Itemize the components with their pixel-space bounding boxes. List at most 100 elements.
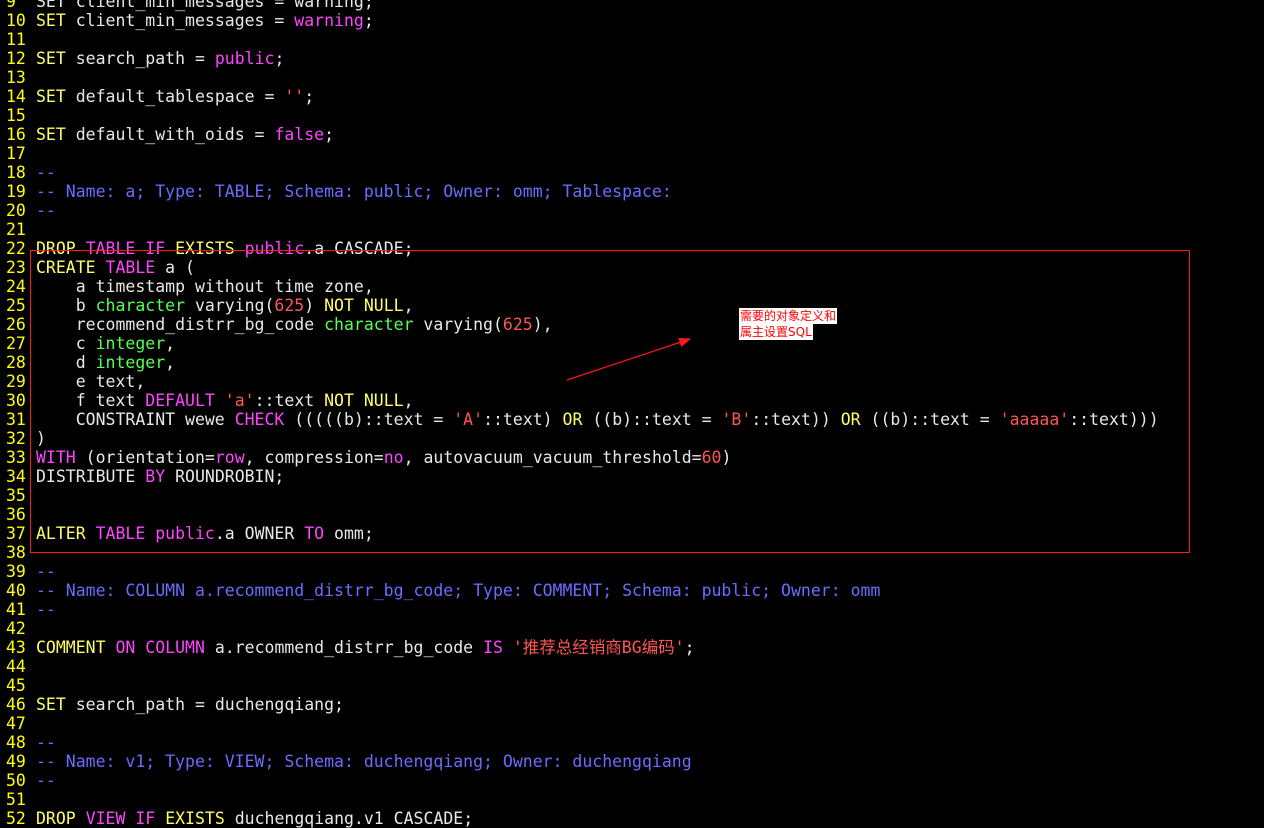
code-line[interactable]: 38 (0, 543, 1264, 562)
line-number: 28 (6, 353, 26, 372)
line-number: 47 (6, 714, 26, 733)
code-line[interactable]: 18 -- (0, 163, 1264, 182)
code-line[interactable]: 50 -- (0, 771, 1264, 790)
code-token: default_tablespace = (65, 87, 285, 106)
code-line[interactable]: 14 SET default_tablespace = ''; (0, 87, 1264, 106)
code-token: 625 (502, 315, 533, 334)
line-number: 11 (6, 30, 26, 49)
code-line[interactable]: 21 (0, 220, 1264, 239)
code-line[interactable]: 27 c integer, (0, 334, 1264, 353)
callout-line-1: 需要的对象定义和 (739, 308, 838, 324)
code-line[interactable]: 44 (0, 657, 1264, 676)
code-line[interactable]: 47 (0, 714, 1264, 733)
code-line[interactable]: 45 (0, 676, 1264, 695)
code-line[interactable]: 19 -- Name: a; Type: TABLE; Schema: publi… (0, 182, 1264, 201)
code-token: 'B' (721, 410, 752, 429)
code-token: b (36, 296, 96, 315)
code-token: VIEW (85, 809, 126, 828)
code-token: '推荐总经销商BG编码' (512, 638, 685, 657)
code-line[interactable]: 52 DROP VIEW IF EXISTS duchengqiang.v1 CA… (0, 809, 1264, 828)
code-token: e text, (36, 372, 146, 391)
code-line[interactable]: 32) (0, 429, 1264, 448)
line-code: ) (36, 429, 46, 448)
code-line[interactable]: 12 SET search_path = public; (0, 49, 1264, 68)
code-line[interactable]: 49 -- Name: v1; Type: VIEW; Schema: duche… (0, 752, 1264, 771)
code-line[interactable]: 46 SET search_path = duchengqiang; (0, 695, 1264, 714)
line-number: 38 (6, 543, 26, 562)
code-token: NOT (324, 296, 354, 315)
code-token: character (324, 315, 414, 334)
code-line[interactable]: 9 SET client_min_messages = warning; (0, 0, 1264, 11)
line-number: 35 (6, 486, 26, 505)
line-number: 17 (6, 144, 26, 163)
code-token: , (403, 296, 414, 315)
line-code: SET search_path = public; (36, 49, 284, 68)
code-line[interactable]: 36 (0, 505, 1264, 524)
code-line[interactable]: 25 b character varying(625) NOT NULL, (0, 296, 1264, 315)
code-line[interactable]: 17 (0, 144, 1264, 163)
code-token: ) (721, 448, 732, 467)
line-code: DISTRIBUTE BY ROUNDROBIN; (36, 467, 284, 486)
code-token: search_path = (65, 49, 215, 68)
code-line[interactable]: 39 -- (0, 562, 1264, 581)
code-line[interactable]: 13 (0, 68, 1264, 87)
code-token: DROP (36, 809, 76, 828)
code-token: CREATE (36, 258, 96, 277)
code-line[interactable]: 35 (0, 486, 1264, 505)
code-line[interactable]: 48 -- (0, 733, 1264, 752)
code-line[interactable]: 42 (0, 619, 1264, 638)
code-line[interactable]: 34 DISTRIBUTE BY ROUNDROBIN; (0, 467, 1264, 486)
code-line[interactable]: 16 SET default_with_oids = false; (0, 125, 1264, 144)
code-token: TABLE (95, 524, 146, 543)
line-code: -- (36, 562, 56, 581)
annotation-callout: 需要的对象定义和 属主设置SQL (739, 308, 838, 340)
line-code: -- (36, 733, 56, 752)
code-token: ), (532, 315, 553, 334)
code-line[interactable]: 10 SET client_min_messages = warning; (0, 11, 1264, 30)
code-line[interactable]: 24 a timestamp without time zone, (0, 277, 1264, 296)
code-token: ::text))) (1069, 410, 1159, 429)
code-line[interactable]: 51 (0, 790, 1264, 809)
code-line[interactable]: 22 DROP TABLE IF EXISTS public.a CASCADE; (0, 239, 1264, 258)
code-line[interactable]: 29 e text, (0, 372, 1264, 391)
code-line[interactable]: 41 -- (0, 600, 1264, 619)
line-code: SET default_tablespace = ''; (36, 87, 314, 106)
code-line[interactable]: 31 CONSTRAINT wewe CHECK (((((b)::text =… (0, 410, 1264, 429)
code-token: no (383, 448, 404, 467)
code-line[interactable]: 30 f text DEFAULT 'a'::text NOT NULL, (0, 391, 1264, 410)
code-token: OR (562, 410, 583, 429)
code-line[interactable]: 40 -- Name: COLUMN a.recommend_distrr_bg_… (0, 581, 1264, 600)
line-number: 40 (6, 581, 26, 600)
code-token: .a CASCADE; (304, 239, 414, 258)
code-token: OR (840, 410, 861, 429)
code-token: SET (36, 11, 66, 30)
code-line[interactable]: 33 WITH (orientation=row, compression=no,… (0, 448, 1264, 467)
code-token: character (95, 296, 186, 315)
code-line[interactable]: 23 CREATE TABLE a ( (0, 258, 1264, 277)
code-line[interactable]: 43 COMMENT ON COLUMN a.recommend_distrr_b… (0, 638, 1264, 657)
line-number: 37 (6, 524, 26, 543)
code-token: TABLE (85, 239, 136, 258)
code-token: -- (36, 163, 56, 182)
code-line[interactable]: 26 recommend_distrr_bg_code character va… (0, 315, 1264, 334)
code-line[interactable]: 28 d integer, (0, 353, 1264, 372)
line-code: recommend_distrr_bg_code character varyi… (36, 315, 553, 334)
line-number: 24 (6, 277, 26, 296)
code-token: SET (36, 49, 66, 68)
line-number: 45 (6, 676, 26, 695)
line-number: 16 (6, 125, 26, 144)
code-token: ) (36, 429, 46, 448)
code-line[interactable]: 15 (0, 106, 1264, 125)
code-editor[interactable]: 9 SET client_min_messages = warning; 10 SET… (0, 0, 1264, 828)
code-token: ; (274, 49, 285, 68)
line-code: SET default_with_oids = false; (36, 125, 334, 144)
line-number: 9 (6, 0, 16, 11)
code-line[interactable]: 11 (0, 30, 1264, 49)
code-line[interactable]: 37 ALTER TABLE public.a OWNER TO omm; (0, 524, 1264, 543)
code-token: ) (304, 296, 325, 315)
code-token: -- Name: v1; Type: VIEW; Schema: ducheng… (36, 752, 692, 771)
code-line[interactable]: 20 -- (0, 201, 1264, 220)
